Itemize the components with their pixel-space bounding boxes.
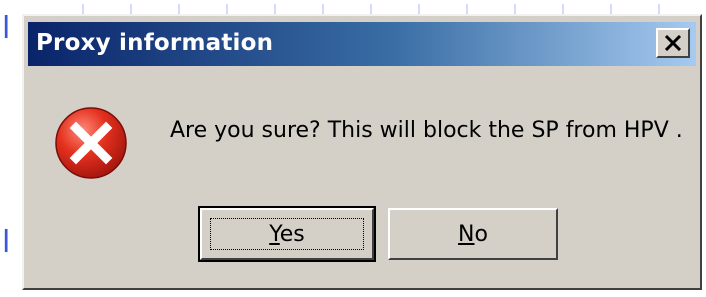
background-text-fragment: l bbox=[2, 11, 11, 46]
dialog-message: Are you sure? This will block the SP fro… bbox=[170, 118, 683, 143]
close-icon bbox=[664, 35, 682, 51]
no-button[interactable]: No bbox=[388, 208, 558, 260]
dialog-titlebar[interactable]: Proxy information bbox=[28, 22, 696, 66]
close-button[interactable] bbox=[656, 28, 690, 58]
error-icon bbox=[54, 106, 132, 184]
background-text-fragment: l bbox=[2, 225, 11, 260]
background-page-fragment bbox=[60, 4, 700, 14]
dialog-title: Proxy information bbox=[36, 30, 274, 56]
proxy-information-dialog: Proxy information Are you sure? This wil… bbox=[22, 14, 702, 290]
yes-button[interactable]: Yes bbox=[198, 206, 376, 262]
no-button-label: No bbox=[458, 221, 488, 247]
focus-rectangle bbox=[210, 218, 364, 250]
